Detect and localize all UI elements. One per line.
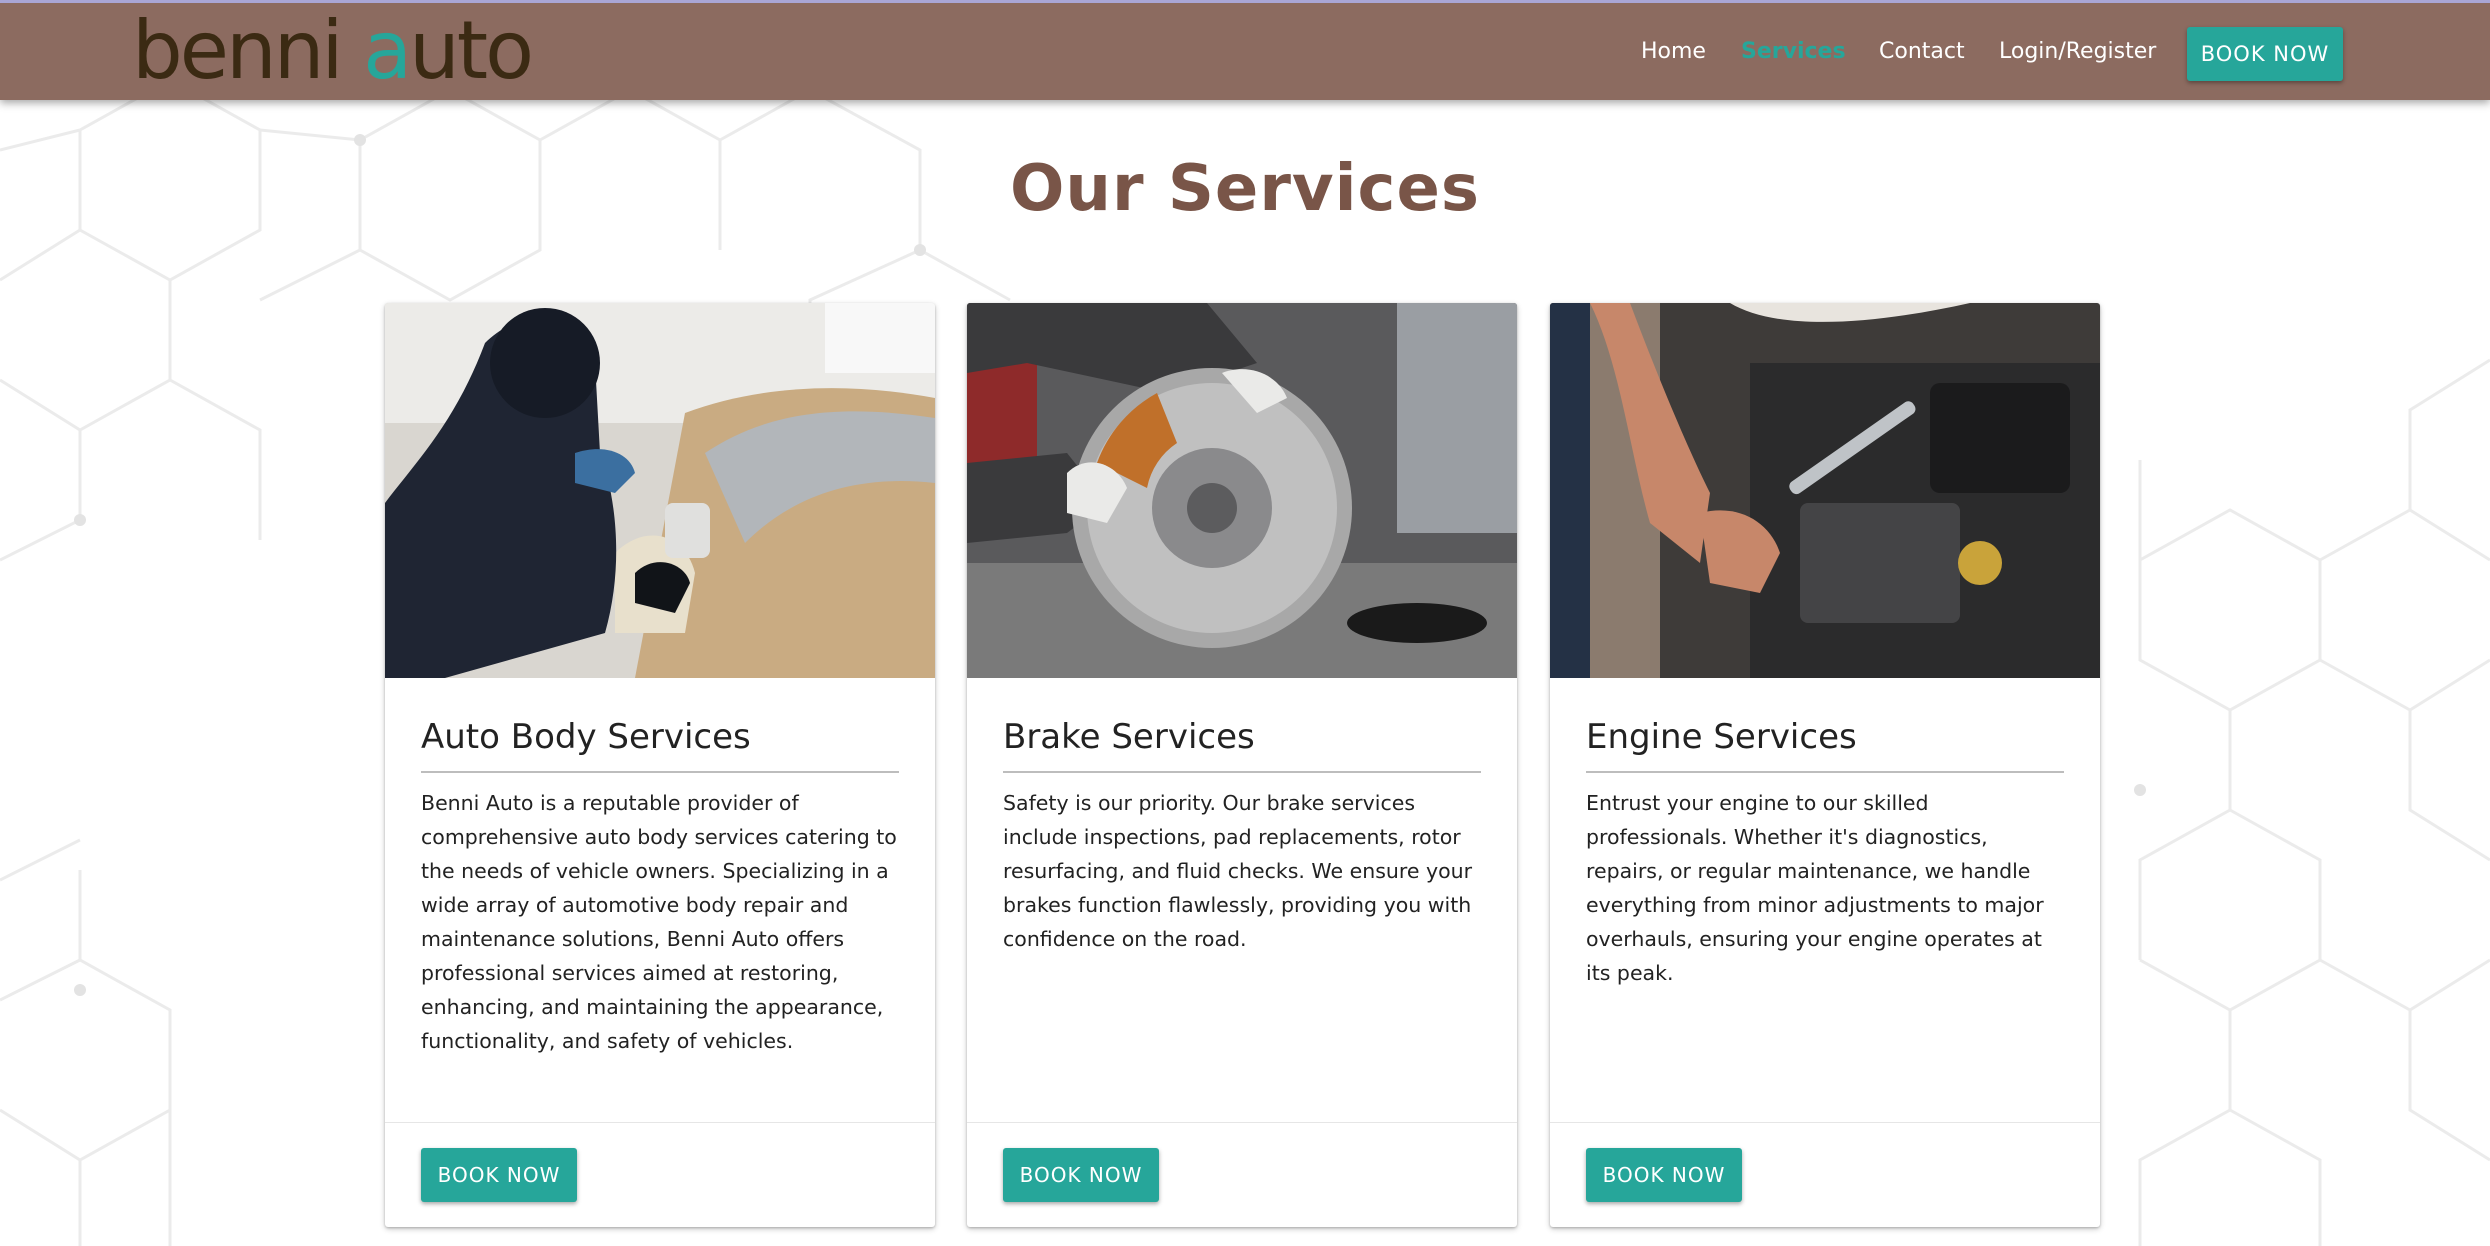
- service-description: Safety is our priority. Our brake servic…: [1003, 791, 1473, 951]
- book-now-button[interactable]: BOOK NOW: [421, 1148, 577, 1202]
- nav-services[interactable]: Services: [1741, 39, 1846, 64]
- service-title: Auto Body Services: [421, 717, 899, 773]
- spray-painting-photo: [385, 303, 935, 678]
- service-card-engine: Engine Services Entrust your engine to o…: [1550, 303, 2100, 1227]
- service-description: Entrust your engine to our skilled profe…: [1586, 791, 2044, 985]
- navbar: benni auto Home Services Contact Login/R…: [0, 0, 2490, 100]
- brake-rotor-photo: [967, 303, 1517, 678]
- page-title: Our Services: [1010, 152, 1480, 226]
- service-card-auto-body: Auto Body Services Benni Auto is a reput…: [385, 303, 935, 1227]
- nav-home[interactable]: Home: [1641, 39, 1706, 64]
- service-description: Benni Auto is a reputable provider of co…: [421, 791, 897, 1053]
- service-title: Engine Services: [1586, 717, 2064, 773]
- logo-text-part1: benni: [132, 4, 364, 97]
- brand-logo[interactable]: benni auto: [132, 11, 534, 91]
- logo-text-accent: a: [363, 4, 412, 97]
- engine-repair-photo: [1550, 303, 2100, 678]
- card-divider: [1550, 1122, 2100, 1123]
- card-divider: [385, 1122, 935, 1123]
- book-now-button[interactable]: BOOK NOW: [1003, 1148, 1159, 1202]
- nav-contact[interactable]: Contact: [1879, 39, 1965, 64]
- book-now-button[interactable]: BOOK NOW: [1586, 1148, 1742, 1202]
- service-card-brake: Brake Services Safety is our priority. O…: [967, 303, 1517, 1227]
- card-divider: [967, 1122, 1517, 1123]
- service-title: Brake Services: [1003, 717, 1481, 773]
- nav-book-now-button[interactable]: BOOK NOW: [2187, 27, 2343, 81]
- logo-text-part2: uto: [409, 4, 534, 97]
- nav-login-register[interactable]: Login/Register: [1999, 39, 2156, 64]
